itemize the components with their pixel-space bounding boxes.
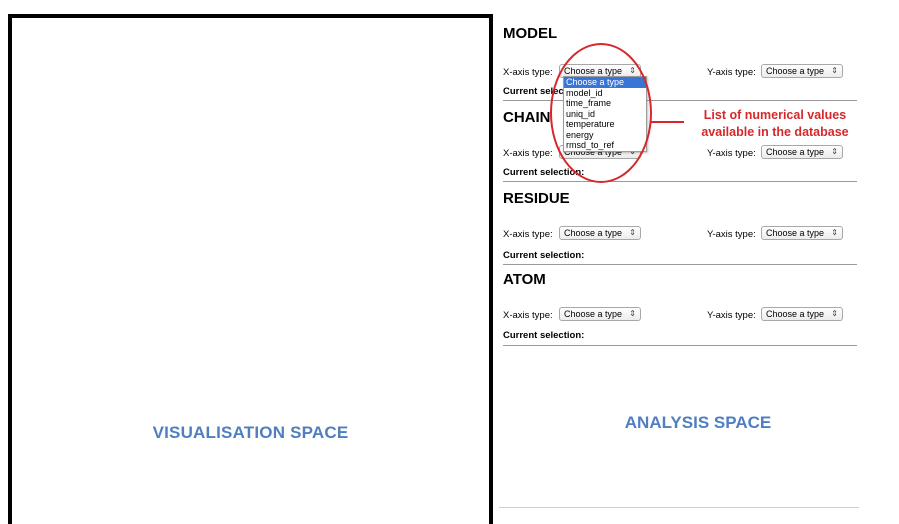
atom-x-axis-label: X-axis type: [503,310,553,321]
residue-y-axis-select-value: Choose a type [766,228,825,238]
annotation-line-1: List of numerical values [703,108,847,122]
select-arrows-icon: ⇕ [831,147,838,156]
atom-current-selection: Current selection: [503,330,585,341]
select-arrows-icon: ⇕ [831,228,838,237]
residue-y-axis-select[interactable]: Choose a type ⇕ [761,226,843,240]
chain-y-axis-label: Y-axis type: [707,148,756,159]
chain-y-axis-select-value: Choose a type [766,147,825,157]
model-section-title: MODEL [503,25,558,42]
model-x-axis-label: X-axis type: [503,67,553,78]
annotation-text: List of numerical values available in th… [690,107,860,141]
model-y-axis-select-value: Choose a type [766,66,825,76]
residue-divider [503,264,857,265]
atom-x-axis-select[interactable]: Choose a type ⇕ [559,307,641,321]
select-arrows-icon: ⇕ [629,309,636,318]
atom-axis-row: X-axis type: Choose a type ⇕ Y-axis type… [503,307,883,323]
residue-axis-row: X-axis type: Choose a type ⇕ Y-axis type… [503,226,883,242]
residue-x-axis-select-value: Choose a type [564,228,623,238]
residue-x-axis-label: X-axis type: [503,229,553,240]
chain-x-axis-label: X-axis type: [503,148,553,159]
bottom-divider [499,507,859,508]
chain-y-axis-select[interactable]: Choose a type ⇕ [761,145,843,159]
annotation-connector [651,121,684,123]
select-arrows-icon: ⇕ [831,66,838,75]
chain-divider [503,181,857,182]
model-y-axis-select[interactable]: Choose a type ⇕ [761,64,843,78]
atom-y-axis-label: Y-axis type: [707,310,756,321]
residue-y-axis-label: Y-axis type: [707,229,756,240]
select-arrows-icon: ⇕ [831,309,838,318]
analysis-space-label: ANALYSIS SPACE [624,413,772,432]
atom-y-axis-select[interactable]: Choose a type ⇕ [761,307,843,321]
annotation-line-2: available in the database [701,125,849,139]
atom-section-title: ATOM [503,271,546,288]
residue-current-selection: Current selection: [503,250,585,261]
atom-y-axis-select-value: Choose a type [766,309,825,319]
residue-x-axis-select[interactable]: Choose a type ⇕ [559,226,641,240]
annotation-ellipse [550,43,652,183]
chain-section-title: CHAIN [503,109,551,126]
visualisation-space-label: VISUALISATION SPACE [152,423,349,442]
select-arrows-icon: ⇕ [629,228,636,237]
visualisation-panel: VISUALISATION SPACE [8,14,493,524]
atom-x-axis-select-value: Choose a type [564,309,623,319]
atom-divider [503,345,857,346]
model-y-axis-label: Y-axis type: [707,67,756,78]
residue-section-title: RESIDUE [503,190,570,207]
